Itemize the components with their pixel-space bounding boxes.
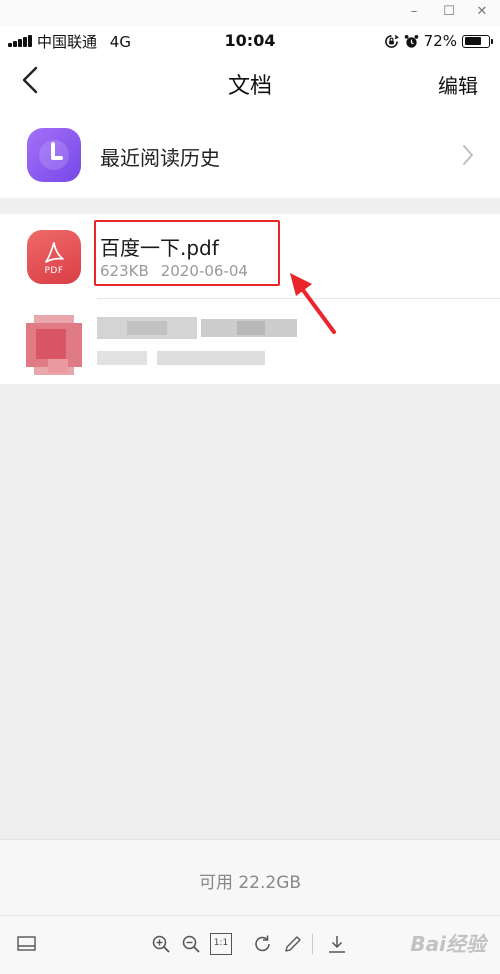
battery-fill xyxy=(464,37,482,45)
empty-area xyxy=(0,384,500,839)
back-button[interactable] xyxy=(16,66,52,98)
window-controls: – ☐ ✕ xyxy=(0,0,500,26)
pencil-icon[interactable] xyxy=(282,933,304,955)
chevron-left-icon xyxy=(22,66,38,94)
zoom-out-icon[interactable] xyxy=(180,933,202,955)
storage-bar: 可用 22.2GB xyxy=(0,839,500,915)
minimize-button[interactable]: – xyxy=(400,2,428,22)
zoom-in-icon[interactable] xyxy=(150,933,172,955)
blurred-file-meta xyxy=(97,351,267,365)
chevron-right-icon xyxy=(463,145,474,165)
sidebar-icon[interactable] xyxy=(16,933,38,955)
close-button[interactable]: ✕ xyxy=(468,2,496,22)
watermark: Bai经验 xyxy=(410,932,486,956)
blurred-file-name xyxy=(97,317,297,339)
toolbar-divider xyxy=(312,934,313,954)
edit-button[interactable]: 编辑 xyxy=(438,70,478,99)
status-bar: 中国联通 4G 10:04 72% xyxy=(0,26,500,56)
file-list: PDF 百度一下.pdf 623KB 2020-06-04 xyxy=(0,214,500,384)
clock-icon xyxy=(27,128,81,182)
highlight-annotation xyxy=(94,220,280,286)
file-row[interactable]: PDF 百度一下.pdf 623KB 2020-06-04 xyxy=(0,214,500,299)
actual-size-icon[interactable]: 1:1 xyxy=(210,933,232,955)
recent-history-label: 最近阅读历史 xyxy=(100,146,220,170)
battery-percent: 72% xyxy=(423,32,457,50)
maximize-button[interactable]: ☐ xyxy=(435,2,463,22)
acrobat-pdf-icon: PDF xyxy=(27,230,81,284)
recent-history-row[interactable]: 最近阅读历史 xyxy=(0,112,500,198)
blurred-file-icon xyxy=(26,315,82,375)
download-icon[interactable] xyxy=(326,933,348,955)
section-gap xyxy=(0,198,500,214)
page-title: 文档 xyxy=(227,74,272,99)
alarm-icon xyxy=(404,34,418,48)
viewer-toolbar: 1:1 Bai经验 xyxy=(0,915,500,974)
pdf-icon-label: PDF xyxy=(44,266,64,276)
annotation-arrow xyxy=(290,273,336,334)
rotate-icon[interactable] xyxy=(252,933,274,955)
rotation-lock-icon xyxy=(384,34,399,48)
battery-icon xyxy=(462,34,493,48)
status-right: 72% xyxy=(384,31,493,51)
blurred-file-row[interactable] xyxy=(0,299,500,383)
storage-available: 可用 22.2GB xyxy=(198,873,302,893)
nav-bar: 文档 编辑 xyxy=(0,56,500,108)
